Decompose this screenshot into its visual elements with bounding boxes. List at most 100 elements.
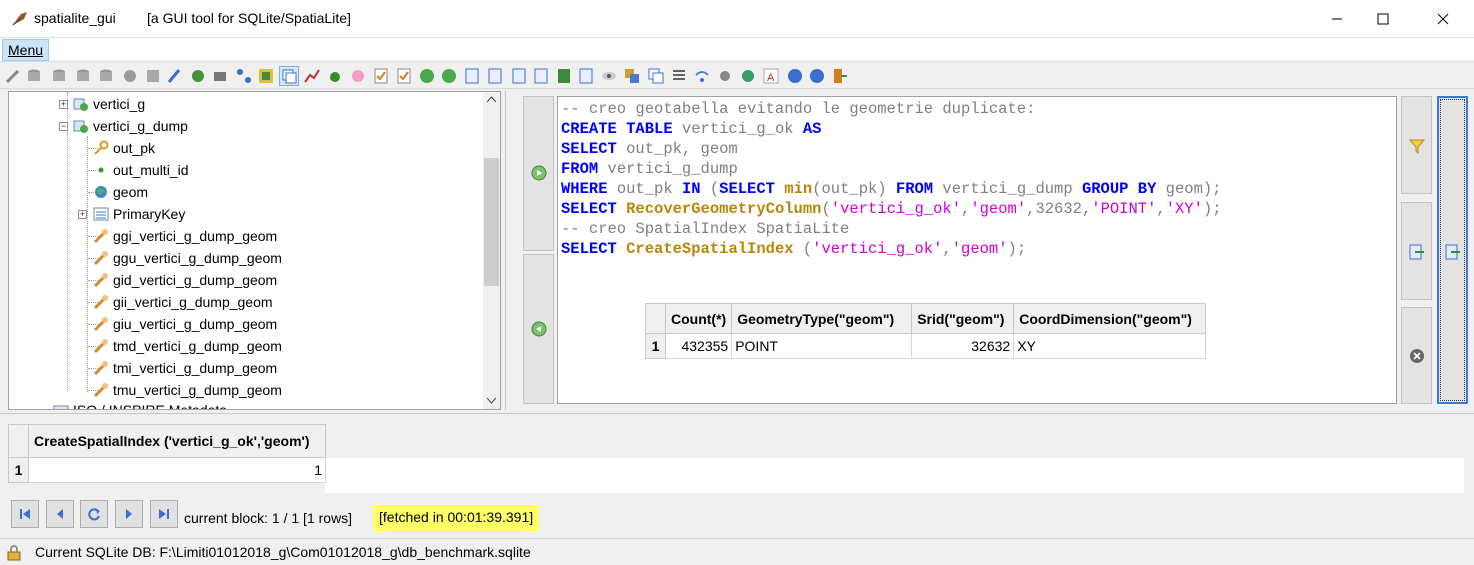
sql-line[interactable]: SELECT out_pk, geom (561, 139, 1222, 159)
last-block-button[interactable] (150, 500, 178, 528)
tree-item-trigger[interactable]: tmi_vertici_g_dump_geom (93, 357, 277, 379)
close-button[interactable] (1420, 0, 1466, 38)
tree-item-trigger[interactable]: ggu_vertici_g_dump_geom (93, 247, 282, 269)
chart-icon[interactable] (303, 67, 321, 85)
memory-db-icon[interactable] (74, 67, 92, 85)
export-3-icon[interactable] (510, 67, 528, 85)
sql-line[interactable]: FROM vertici_g_dump (561, 159, 1222, 179)
filter-button[interactable] (1401, 96, 1432, 194)
first-block-button[interactable] (11, 500, 39, 528)
sql-script-icon[interactable] (166, 67, 184, 85)
save-sql-button[interactable] (1437, 96, 1468, 404)
expand-icon[interactable]: + (59, 100, 68, 109)
prev-block-button[interactable] (46, 500, 74, 528)
column-header[interactable]: Srid("geom") (911, 303, 1015, 334)
sql-line[interactable]: SELECT CreateSpatialIndex ('vertici_g_ok… (561, 239, 1222, 259)
chevron-up-icon[interactable] (487, 96, 496, 103)
tree-item-out-multi-id[interactable]: out_multi_id (93, 159, 189, 181)
attach-db-icon[interactable] (144, 67, 162, 85)
table-row[interactable]: 1 1 (8, 457, 326, 483)
column-header[interactable]: CoordDimension("geom") (1013, 303, 1207, 334)
sql-line[interactable]: -- creo geotabella evitando le geometrie… (561, 99, 1222, 119)
history-back-button[interactable] (523, 254, 554, 404)
tools-icon[interactable] (716, 67, 734, 85)
save-db-icon[interactable] (97, 67, 115, 85)
query-view-icon[interactable] (279, 66, 299, 86)
tree-item-out-pk[interactable]: out_pk (93, 137, 155, 159)
tree-item-trigger[interactable]: gid_vertici_g_dump_geom (93, 269, 277, 291)
refresh-button[interactable] (80, 500, 108, 528)
excel-icon[interactable] (555, 67, 573, 85)
table-cell[interactable]: 432355 (664, 333, 733, 359)
export-2-icon[interactable] (486, 67, 504, 85)
minimize-button[interactable] (1314, 0, 1360, 38)
sql-editor[interactable]: -- creo geotabella evitando le geometrie… (557, 96, 1397, 404)
create-db-icon[interactable] (25, 67, 43, 85)
table-cell[interactable]: POINT (731, 333, 913, 359)
tree-item-vertici-g[interactable]: vertici_g (73, 93, 145, 115)
column-header[interactable]: Count(*) (664, 303, 733, 334)
sql-code[interactable]: -- creo geotabella evitando le geometrie… (561, 99, 1222, 259)
load-shp-icon[interactable] (189, 67, 207, 85)
table-row[interactable]: 1 432355 POINT 32632 XY (645, 333, 1207, 359)
tree-item-trigger[interactable]: giu_vertici_g_dump_geom (93, 313, 277, 335)
export-5-icon[interactable] (577, 67, 595, 85)
table-cell[interactable]: 32632 (911, 333, 1015, 359)
network-icon[interactable] (235, 67, 253, 85)
check-geometry-icon[interactable] (372, 67, 390, 85)
collapse-icon[interactable]: − (59, 122, 68, 131)
sanitize-icon[interactable] (395, 67, 413, 85)
column-header[interactable]: GeometryType("geom") (731, 303, 913, 334)
tree-item-trigger[interactable]: tmu_vertici_g_dump_geom (93, 379, 282, 401)
bug-icon[interactable] (326, 67, 344, 85)
load-sql-button[interactable] (1401, 202, 1432, 300)
connect-icon[interactable] (4, 67, 22, 85)
db-tree-panel[interactable]: + vertici_g − vertici_g_dump out_pk out_… (8, 91, 501, 410)
load-txt-icon[interactable] (211, 67, 229, 85)
eye-icon[interactable] (600, 67, 618, 85)
copy-icon[interactable] (647, 67, 665, 85)
disconnect-icon[interactable] (50, 67, 68, 85)
sql-line[interactable]: WHERE out_pk IN (SELECT min(out_pk) FROM… (561, 179, 1222, 199)
about-icon[interactable] (808, 67, 826, 85)
globe-icon[interactable] (739, 67, 757, 85)
vacuum-icon[interactable] (121, 67, 139, 85)
export-icon[interactable] (463, 67, 481, 85)
tree-item-geom[interactable]: geom (93, 181, 148, 203)
help-icon[interactable] (786, 67, 804, 85)
eraser-icon[interactable] (349, 67, 367, 85)
expand-icon[interactable]: + (78, 210, 87, 219)
exit-icon[interactable] (831, 67, 849, 85)
export-4-icon[interactable] (532, 67, 550, 85)
maximize-button[interactable] (1360, 0, 1406, 38)
tree-item-trigger[interactable]: gii_vertici_g_dump_geom (93, 291, 273, 313)
table-cell[interactable]: XY (1013, 333, 1207, 359)
go-green-icon[interactable] (418, 67, 436, 85)
tree-item-trigger[interactable]: tmd_vertici_g_dump_geom (93, 335, 282, 357)
next-block-button[interactable] (115, 500, 143, 528)
list-icon[interactable] (670, 67, 688, 85)
table-cell[interactable]: 1 (28, 457, 326, 483)
clear-button[interactable] (1401, 307, 1432, 404)
tree-item-metadata[interactable]: ISO / INSPIRE Metadata (53, 399, 227, 409)
column-header[interactable]: CreateSpatialIndex ('vertici_g_ok','geom… (28, 424, 326, 458)
sql-line[interactable]: CREATE TABLE vertici_g_ok AS (561, 119, 1222, 139)
font-icon[interactable]: A (762, 67, 780, 85)
tree-scrollbar[interactable] (483, 92, 500, 409)
horizontal-splitter[interactable] (0, 413, 1474, 417)
exif-icon[interactable] (257, 67, 275, 85)
menu-button[interactable]: Menu (2, 39, 50, 61)
wifi-icon[interactable] (693, 67, 711, 85)
execute-sql-button[interactable] (523, 96, 554, 251)
scrollbar-thumb[interactable] (484, 158, 499, 286)
tree-item-trigger[interactable]: ggi_vertici_g_dump_geom (93, 225, 277, 247)
layers-icon[interactable] (623, 67, 641, 85)
chevron-down-icon[interactable] (487, 397, 496, 404)
sql-line[interactable]: SELECT RecoverGeometryColumn('vertici_g_… (561, 199, 1222, 219)
row-number[interactable]: 1 (645, 333, 666, 359)
go-green-2-icon[interactable] (440, 67, 458, 85)
tree-item-vertici-g-dump[interactable]: vertici_g_dump (73, 115, 188, 137)
row-number[interactable]: 1 (8, 457, 29, 483)
sql-line[interactable]: -- creo SpatialIndex SpatiaLite (561, 219, 1222, 239)
vertical-splitter[interactable] (505, 91, 515, 410)
